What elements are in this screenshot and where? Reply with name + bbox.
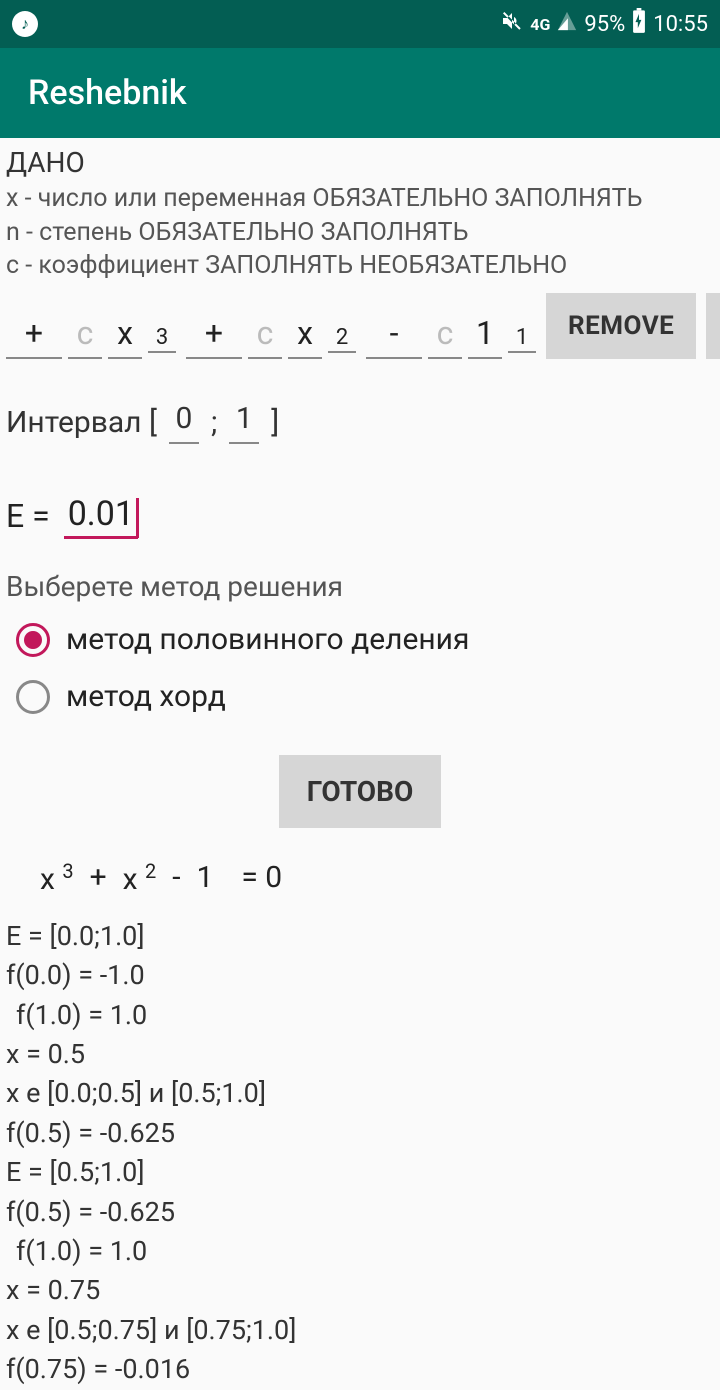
output-line: f(1.0) = 1.0 <box>6 996 714 1035</box>
app-bar: Reshebnik <box>0 48 720 138</box>
radio-bisection[interactable]: метод половинного деления <box>0 612 720 669</box>
given-section: ДАНО x - число или переменная ОБЯЗАТЕЛЬН… <box>0 144 720 283</box>
interval-a[interactable]: 0 <box>169 399 199 444</box>
music-icon: ♪ <box>12 11 38 37</box>
interval-label-suffix: ] <box>271 403 279 444</box>
output-line: x = 0.5 <box>6 1035 714 1074</box>
output-line: x e [0.5;0.75] и [0.75;1.0] <box>6 1311 714 1350</box>
radio-chords-indicator <box>16 680 50 714</box>
var-2[interactable]: x <box>288 312 322 359</box>
battery-label: 95% <box>584 12 625 37</box>
var-1[interactable]: x <box>108 312 142 359</box>
var-3[interactable]: 1 <box>468 312 502 359</box>
output-line: x = 0.75 <box>6 1271 714 1310</box>
interval-b[interactable]: 1 <box>229 399 259 444</box>
sign-1[interactable]: + <box>6 312 62 359</box>
term-2: + c x 2 <box>186 312 356 359</box>
radio-chords-label: метод хорд <box>66 677 226 718</box>
network-label: 4G <box>530 15 550 34</box>
method-title: Выберете метод решения <box>0 538 720 612</box>
signal-icon <box>556 10 578 38</box>
given-x-line: x - число или переменная ОБЯЗАТЕЛЬНО ЗАП… <box>6 182 714 216</box>
epsilon-row: E = 0.01 <box>0 444 720 539</box>
app-title: Reshebnik <box>28 73 187 113</box>
polynomial-row: + c x 3 + c x 2 - c 1 1 REMOVE <box>0 283 720 359</box>
time-label: 10:55 <box>653 12 708 37</box>
output-line: f(0.75) = -0.016 <box>6 1350 714 1389</box>
term-1: + c x 3 <box>6 312 176 359</box>
term-3: - c 1 1 <box>366 312 536 359</box>
coef-3[interactable]: c <box>428 312 462 359</box>
output-line: f(0.5) = -0.625 <box>6 1193 714 1232</box>
coef-1[interactable]: c <box>68 312 102 359</box>
interval-row: Интервал [ 0 ; 1 ] <box>0 359 720 444</box>
radio-chords[interactable]: метод хорд <box>0 669 720 726</box>
result-formula: x 3 + x 2 - 1 = 0 <box>0 838 720 911</box>
remove-button[interactable]: REMOVE <box>546 293 696 359</box>
epsilon-label: E = <box>6 495 50 538</box>
sign-2[interactable]: + <box>186 312 242 359</box>
output-line: x e [0.0;0.5] и [0.5;1.0] <box>6 1074 714 1113</box>
given-n-line: n - степень ОБЯЗАТЕЛЬНО ЗАПОЛНЯТЬ <box>6 216 714 250</box>
epsilon-input[interactable]: 0.01 <box>64 492 138 539</box>
sign-3[interactable]: - <box>366 312 422 359</box>
mute-icon <box>500 9 524 39</box>
status-bar: ♪ 4G 95% 10:55 <box>0 0 720 48</box>
given-c-line: c - коэффициент ЗАПОЛНЯТЬ НЕОБЯЗАТЕЛЬНО <box>6 249 714 283</box>
exp-1[interactable]: 3 <box>148 327 176 353</box>
done-button[interactable]: ГОТОВО <box>279 755 442 828</box>
radio-bisection-label: метод половинного деления <box>66 620 469 661</box>
battery-icon <box>631 8 647 40</box>
output-line: f(0.0) = -1.0 <box>6 956 714 995</box>
given-heading: ДАНО <box>6 144 714 182</box>
output-line: f(0.5) = -0.625 <box>6 1114 714 1153</box>
output-line: E = [0.5;1.0] <box>6 1153 714 1192</box>
output-line: f(1.0) = 1.0 <box>6 1232 714 1271</box>
interval-label-prefix: Интервал [ <box>6 403 157 444</box>
add-button[interactable]: A <box>706 293 720 359</box>
exp-2[interactable]: 2 <box>328 327 356 353</box>
coef-2[interactable]: c <box>248 312 282 359</box>
output-log: E = [0.0;1.0] f(0.0) = -1.0 f(1.0) = 1.0… <box>0 911 720 1390</box>
text-cursor <box>136 498 139 538</box>
radio-bisection-indicator <box>16 623 50 657</box>
exp-3[interactable]: 1 <box>508 327 536 353</box>
output-line: E = [0.0;1.0] <box>6 917 714 956</box>
interval-sep: ; <box>211 403 217 444</box>
